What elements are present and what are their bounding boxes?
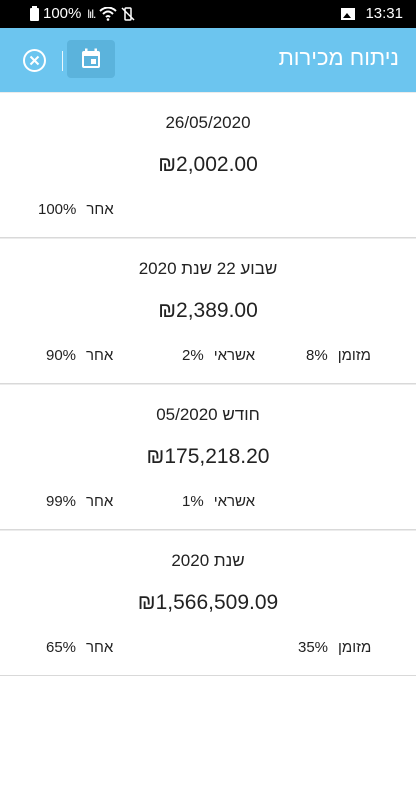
- status-bar: 100% lıl. 13:31: [0, 0, 416, 28]
- card-amount: ₪1,566,509.09: [137, 591, 279, 614]
- metric-other: 65% אחר: [46, 639, 113, 656]
- summary-card-year[interactable]: שנת 2020 ₪1,566,509.09 65% אחר 35% מזומן: [0, 530, 416, 676]
- metric-percent: 2%: [182, 347, 204, 364]
- clock: 13:31: [365, 5, 403, 22]
- calendar-icon: [82, 48, 100, 68]
- card-amount: ₪2,389.00: [158, 299, 258, 322]
- close-icon[interactable]: [22, 48, 47, 73]
- metric-percent: 35%: [298, 639, 329, 656]
- status-right: 13:31: [341, 5, 403, 22]
- metric-percent: 99%: [46, 493, 77, 510]
- metric-label: מזומן: [337, 347, 371, 364]
- metric-other: 99% אחר: [46, 493, 113, 510]
- calendar-button[interactable]: [67, 40, 115, 78]
- summary-card-day[interactable]: 26/05/2020 ₪2,002.00 100% אחר: [0, 92, 416, 238]
- metric-percent: 100%: [38, 201, 77, 218]
- card-title: 26/05/2020: [165, 113, 251, 132]
- metric-credit: 1% אשראי: [182, 493, 255, 510]
- metric-cash: 8% מזומן: [306, 347, 371, 364]
- page-title: ניתוח מכירות: [278, 45, 399, 70]
- metric-label: אחר: [86, 201, 114, 218]
- card-title: חודש 05/2020: [156, 405, 260, 424]
- summary-card-week[interactable]: שבוע 22 שנת 2020 ₪2,389.00 90% אחר 2% אש…: [0, 238, 416, 384]
- card-amount: ₪175,218.20: [146, 445, 270, 468]
- battery-icon: [30, 6, 39, 21]
- metric-other: 100% אחר: [38, 201, 114, 218]
- battery-percent: 100%: [43, 5, 82, 22]
- summary-card-month[interactable]: חודש 05/2020 ₪175,218.20 99% אחר 1% אשרא…: [0, 384, 416, 530]
- image-notification-icon: [341, 7, 356, 20]
- vibrate-mute-icon: [121, 6, 135, 21]
- toolbar-divider: [62, 51, 63, 71]
- metric-label: מזומן: [338, 639, 372, 656]
- metric-label: אחר: [86, 639, 114, 656]
- metric-label: אחר: [86, 347, 114, 364]
- metric-label: אחר: [86, 493, 114, 510]
- metric-percent: 1%: [182, 493, 204, 510]
- signal-icon: lıl.: [87, 6, 96, 21]
- metric-percent: 65%: [46, 639, 77, 656]
- metric-percent: 90%: [46, 347, 77, 364]
- card-amount: ₪2,002.00: [158, 153, 258, 176]
- card-title: שנת 2020: [171, 551, 245, 570]
- metric-label: אשראי: [213, 493, 256, 510]
- metric-credit: 2% אשראי: [182, 347, 255, 364]
- metric-cash: 35% מזומן: [298, 639, 371, 656]
- metric-label: אשראי: [213, 347, 256, 364]
- wifi-icon: [99, 6, 118, 21]
- metric-percent: 8%: [306, 347, 328, 364]
- sales-summary-list: 26/05/2020 ₪2,002.00 100% אחר שבוע 22 שנ…: [0, 92, 416, 676]
- app-bar: ניתוח מכירות: [0, 28, 416, 92]
- card-title: שבוע 22 שנת 2020: [138, 259, 278, 278]
- status-left: 100% lıl.: [0, 5, 135, 22]
- metric-other: 90% אחר: [46, 347, 113, 364]
